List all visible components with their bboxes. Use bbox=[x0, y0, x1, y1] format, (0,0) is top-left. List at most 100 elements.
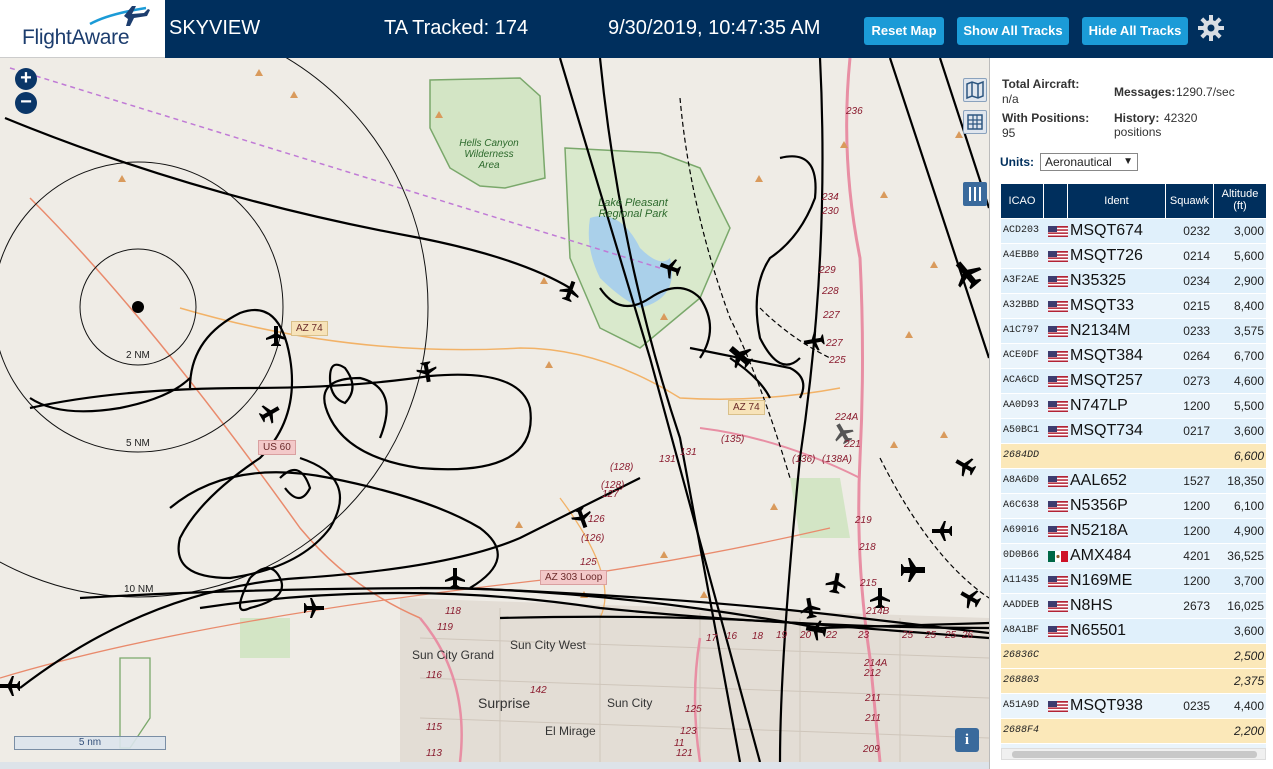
table-row[interactable]: ACE0DF MSQT384 0264 6,700 bbox=[1001, 344, 1266, 369]
flag-cell bbox=[1046, 594, 1068, 618]
altitude-cell: 3,000 bbox=[1233, 224, 1264, 238]
app-title: SKYVIEW bbox=[169, 17, 261, 39]
show-all-tracks-button[interactable]: Show All Tracks bbox=[957, 17, 1069, 45]
route-number: 227 bbox=[826, 338, 843, 349]
place-sun-city-west: Sun City West bbox=[510, 638, 586, 652]
table-row[interactable]: ACA6CD MSQT257 0273 4,600 bbox=[1001, 369, 1266, 394]
altitude-cell: 2,900 bbox=[1233, 274, 1264, 288]
ident-cell: MSQT938 bbox=[1070, 697, 1143, 714]
flag-cell bbox=[1046, 394, 1068, 418]
horizontal-scrollbar[interactable] bbox=[1001, 748, 1266, 760]
park-patch bbox=[240, 618, 290, 658]
route-number: 126 bbox=[588, 514, 605, 525]
flag-cell bbox=[1046, 619, 1068, 643]
squawk-cell bbox=[1167, 619, 1213, 643]
col-altitude[interactable]: Altitude (ft) bbox=[1214, 184, 1266, 218]
shield-us60: US 60 bbox=[258, 440, 296, 455]
col-icao[interactable]: ICAO bbox=[1001, 184, 1044, 218]
place-surprise: Surprise bbox=[478, 695, 531, 711]
table-row[interactable]: 268803 2,375 bbox=[1001, 669, 1266, 694]
table-row[interactable]: AA0D93 N747LP 1200 5,500 bbox=[1001, 394, 1266, 419]
icao-cell: A69016 bbox=[1003, 525, 1040, 536]
table-row[interactable]: A50BC1 MSQT734 0217 3,600 bbox=[1001, 419, 1266, 444]
icao-cell: A4EBB0 bbox=[1003, 250, 1040, 261]
altitude-cell: 3,600 bbox=[1233, 624, 1264, 638]
column-toggle-button[interactable] bbox=[963, 182, 987, 206]
ident-cell bbox=[1070, 719, 1166, 743]
ident-cell: MSQT734 bbox=[1070, 422, 1143, 439]
zoom-out-button[interactable]: − bbox=[15, 92, 37, 114]
route-number: (128) bbox=[610, 462, 634, 473]
route-number: 215 bbox=[860, 578, 877, 589]
table-row[interactable]: ACD203 MSQT674 0232 3,000 bbox=[1001, 219, 1266, 244]
ident-cell: MSQT674 bbox=[1070, 222, 1143, 239]
squawk-cell bbox=[1167, 644, 1213, 668]
table-row[interactable]: 26836C 2,500 bbox=[1001, 644, 1266, 669]
table-row[interactable]: 0D0B66 AMX484 4201 36,525 bbox=[1001, 544, 1266, 569]
table-row[interactable]: A32BBD MSQT33 0215 8,400 bbox=[1001, 294, 1266, 319]
flag-cell bbox=[1046, 494, 1068, 518]
col-flag[interactable] bbox=[1044, 184, 1068, 218]
icao-cell: A1C797 bbox=[1003, 325, 1040, 336]
altitude-cell: 16,025 bbox=[1227, 599, 1264, 613]
us-flag-icon bbox=[1048, 226, 1068, 237]
altitude-cell: 4,400 bbox=[1233, 699, 1264, 713]
altitude-cell: 4,900 bbox=[1233, 524, 1264, 538]
flightaware-logo[interactable]: FlightAware bbox=[0, 0, 165, 58]
info-button[interactable]: i bbox=[955, 728, 979, 752]
tracked-count: TA Tracked: 174 bbox=[384, 17, 529, 39]
zoom-in-button[interactable]: + bbox=[15, 68, 37, 90]
place-sun-city-grand: Sun City Grand bbox=[412, 648, 495, 662]
route-number: 25 bbox=[945, 630, 957, 641]
gear-icon[interactable] bbox=[1197, 14, 1225, 42]
us-flag-icon bbox=[1048, 276, 1068, 287]
ring-label-10nm: 10 NM bbox=[124, 584, 154, 595]
units-select[interactable]: Aeronautical ▼ bbox=[1040, 153, 1138, 171]
us-flag-icon bbox=[1048, 601, 1068, 612]
table-row[interactable]: A4EBB0 MSQT726 0214 5,600 bbox=[1001, 244, 1266, 269]
flag-cell bbox=[1046, 369, 1068, 393]
table-row[interactable]: 2684DD 6,600 bbox=[1001, 444, 1266, 469]
skyview-app: FlightAware SKYVIEW TA Tracked: 174 9/30… bbox=[0, 0, 1273, 769]
altitude-cell: 2,375 bbox=[1233, 674, 1264, 688]
map-layers-button[interactable] bbox=[963, 78, 987, 102]
table-row[interactable]: A1C797 N2134M 0233 3,575 bbox=[1001, 319, 1266, 344]
route-number: 230 bbox=[822, 206, 839, 217]
route-number: 229 bbox=[819, 265, 836, 276]
route-number: (135) bbox=[721, 434, 745, 445]
table-row[interactable]: 2688F4 2,200 bbox=[1001, 719, 1266, 744]
hide-all-tracks-button[interactable]: Hide All Tracks bbox=[1082, 17, 1188, 45]
us-flag-icon bbox=[1048, 401, 1068, 412]
table-row[interactable]: A11435 N169ME 1200 3,700 bbox=[1001, 569, 1266, 594]
squawk-cell: 1200 bbox=[1183, 524, 1210, 538]
route-number: 218 bbox=[859, 542, 876, 553]
table-row[interactable]: A8A6D0 AAL652 1527 18,350 bbox=[1001, 469, 1266, 494]
icao-cell: A11435 bbox=[1003, 575, 1040, 586]
table-row[interactable]: A3F2AE N35325 0234 2,900 bbox=[1001, 269, 1266, 294]
scrollbar-thumb[interactable] bbox=[1012, 751, 1257, 758]
route-number: 211 bbox=[865, 693, 881, 704]
ident-cell: N65501 bbox=[1070, 622, 1127, 639]
table-row[interactable]: A51A9D MSQT938 0235 4,400 bbox=[1001, 694, 1266, 719]
table-row[interactable]: A8A1BF N65501 3,600 bbox=[1001, 619, 1266, 644]
us-flag-icon bbox=[1048, 426, 1068, 437]
table-row[interactable]: AADDEB N8HS 2673 16,025 bbox=[1001, 594, 1266, 619]
table-row[interactable]: A69016 N5218A 1200 4,900 bbox=[1001, 519, 1266, 544]
table-header: ICAO Ident Squawk Altitude (ft) bbox=[1001, 184, 1266, 218]
reset-map-button[interactable]: Reset Map bbox=[864, 17, 944, 45]
grid-toggle-button[interactable] bbox=[963, 110, 987, 134]
total-aircraft-label: Total Aircraft: bbox=[1002, 77, 1080, 91]
ident-cell bbox=[1070, 669, 1166, 693]
col-ident[interactable]: Ident bbox=[1068, 184, 1166, 218]
route-number: 19 bbox=[776, 630, 788, 641]
table-row[interactable]: A6C638 N5356P 1200 6,100 bbox=[1001, 494, 1266, 519]
col-squawk[interactable]: Squawk bbox=[1166, 184, 1214, 218]
route-number: 131 bbox=[659, 454, 676, 465]
route-number: 118 bbox=[445, 606, 461, 617]
squawk-cell: 0234 bbox=[1183, 274, 1210, 288]
route-number: 236 bbox=[846, 106, 863, 117]
route-number: 26 bbox=[962, 630, 974, 641]
park-label-lake-pleasant: Lake Pleasant Regional Park bbox=[598, 197, 668, 220]
route-number: 116 bbox=[426, 670, 442, 681]
map-view[interactable]: Hells Canyon Wilderness Area Lake Pleasa… bbox=[0, 58, 989, 762]
